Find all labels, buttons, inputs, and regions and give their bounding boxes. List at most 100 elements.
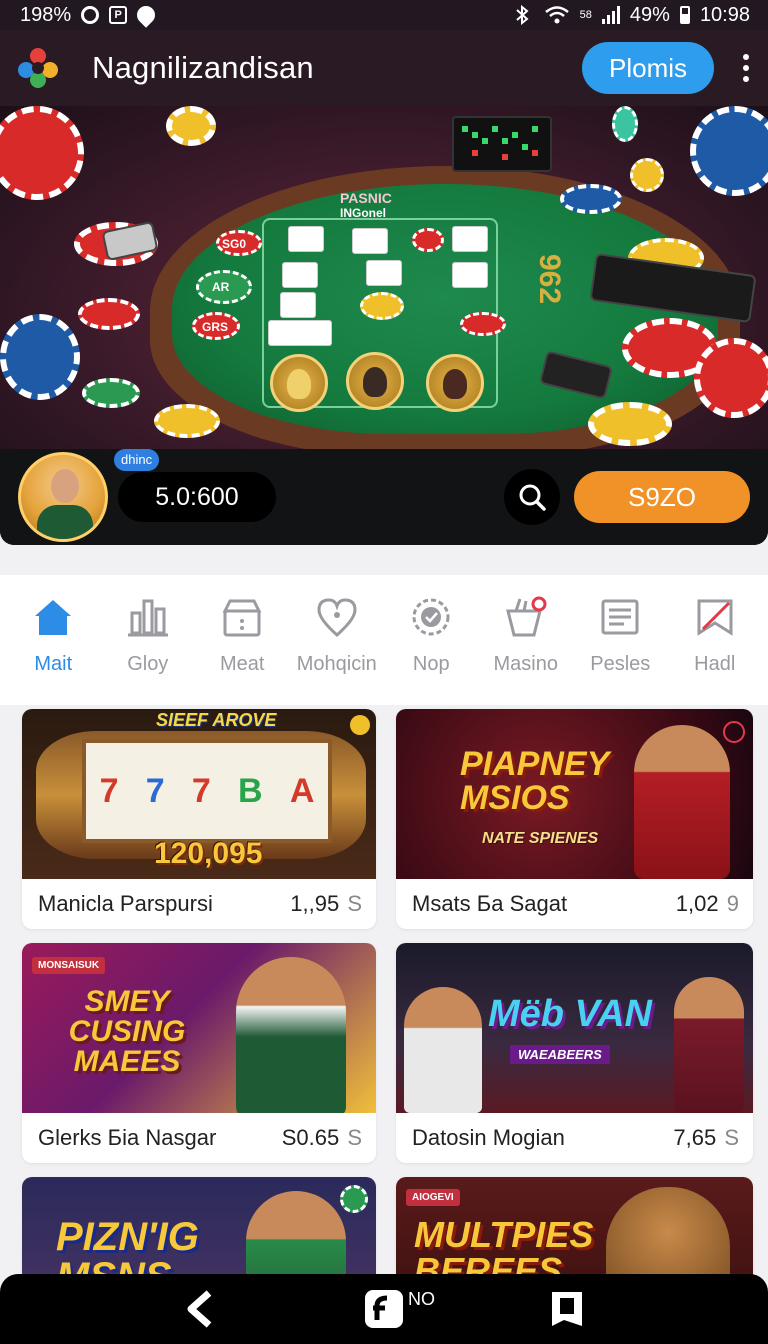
game-badge: AIOGEVI bbox=[406, 1189, 460, 1206]
hero-banner[interactable]: PASNIC INGonel SG0 AR GRS 962 bbox=[0, 106, 768, 449]
recents-button[interactable] bbox=[543, 1285, 591, 1333]
character-figure bbox=[404, 987, 482, 1113]
box-icon bbox=[222, 599, 262, 637]
poker-chip bbox=[612, 106, 638, 142]
poker-chip bbox=[588, 402, 672, 446]
game-art-title: SMEY CUSING MAEES bbox=[68, 985, 186, 1078]
game-info: Glerks Бia Nasgar S0.65 S bbox=[22, 1113, 376, 1163]
player-token bbox=[346, 352, 404, 410]
search-button[interactable] bbox=[504, 469, 560, 525]
status-badge: dhinc bbox=[114, 449, 160, 471]
game-name: Glerks Бia Nasgar bbox=[38, 1125, 217, 1150]
poker-chip bbox=[0, 106, 98, 214]
poker-chip bbox=[82, 378, 140, 408]
app-notification-icon: P bbox=[109, 6, 128, 24]
chip-badge bbox=[340, 1185, 368, 1213]
playing-card bbox=[268, 320, 332, 346]
game-price: S0.65 S bbox=[281, 1125, 362, 1150]
gear-badge-icon bbox=[412, 598, 450, 636]
poker-chip bbox=[560, 184, 622, 214]
felt-side-label: 962 bbox=[533, 253, 567, 305]
felt-label: SG0 bbox=[222, 237, 247, 251]
back-button[interactable] bbox=[177, 1285, 225, 1333]
tab-mohqicin[interactable]: Mohqicin bbox=[290, 595, 385, 705]
table-sign: PASNIC INGonel bbox=[340, 190, 392, 220]
tab-meat[interactable]: Meat bbox=[195, 595, 290, 705]
promo-button[interactable]: Plomis bbox=[582, 42, 714, 94]
home-icon bbox=[35, 600, 72, 635]
game-art-subtitle: WAEABEERS bbox=[510, 1045, 610, 1064]
felt-label: AR bbox=[212, 280, 230, 294]
app-logo-icon[interactable] bbox=[18, 48, 58, 88]
game-card[interactable]: Mёb VAN WAEABEERS Datosin Mogian 7,65 S bbox=[396, 943, 753, 1163]
bookmark-icon bbox=[551, 1292, 582, 1326]
game-price: 1,,95 S bbox=[290, 891, 362, 916]
tab-masino[interactable]: Masino bbox=[479, 595, 574, 705]
nav-label: NO bbox=[407, 1289, 435, 1309]
game-thumbnail: 777BA SIEEF AROVE 120,095 bbox=[22, 709, 376, 879]
heart-icon bbox=[317, 598, 357, 638]
app-title: Nagnilizandisan bbox=[92, 50, 314, 85]
game-card[interactable]: 777BA SIEEF AROVE 120,095 Manicla Parspu… bbox=[22, 709, 376, 929]
deposit-button[interactable]: S9ZO bbox=[574, 471, 750, 523]
playing-card bbox=[352, 228, 388, 254]
tab-nop[interactable]: Nop bbox=[384, 595, 479, 705]
game-art-jackpot: 120,095 bbox=[154, 837, 263, 870]
tab-pesles[interactable]: Pesles bbox=[573, 595, 668, 705]
flag-icon bbox=[697, 599, 733, 636]
top-card: Nagnilizandisan Plomis PASNIC INGonel SG… bbox=[0, 30, 768, 545]
game-thumbnail: MONSAISUK SMEY CUSING MAEES bbox=[22, 943, 376, 1113]
ring-icon bbox=[81, 6, 100, 24]
poker-chip bbox=[694, 338, 768, 418]
bottom-nav-bar: NO bbox=[0, 1274, 768, 1344]
poker-chip bbox=[78, 298, 140, 330]
tab-label: Hadl bbox=[694, 653, 736, 675]
game-info: Manicla Parspursi 1,,95 S bbox=[22, 879, 376, 929]
poker-chip bbox=[690, 106, 768, 196]
game-thumbnail: PIAPNEY MSIOS NATE SPIENES bbox=[396, 709, 753, 879]
wifi-icon bbox=[544, 6, 569, 24]
game-info: Msats Ба Sagat 1,02 9 bbox=[396, 879, 753, 929]
basket-badge-icon bbox=[505, 596, 547, 637]
tab-gloy[interactable]: Gloy bbox=[101, 595, 196, 705]
player-token bbox=[426, 354, 484, 412]
tab-label: Nop bbox=[412, 653, 450, 675]
tab-label: Meat bbox=[220, 653, 265, 675]
tab-label: Gloy bbox=[127, 653, 169, 675]
game-name: Msats Ба Sagat bbox=[412, 891, 568, 916]
app-bar: Nagnilizandisan Plomis bbox=[0, 30, 768, 106]
network-type: 58 bbox=[579, 8, 592, 21]
tab-hadl[interactable]: Hadl bbox=[668, 595, 763, 705]
scoreboard-device bbox=[452, 116, 552, 172]
game-name: Datosin Mogian bbox=[412, 1125, 565, 1150]
game-grid: 777BA SIEEF AROVE 120,095 Manicla Parspu… bbox=[22, 709, 753, 1344]
poker-chip bbox=[0, 314, 80, 400]
poker-chip bbox=[360, 292, 404, 320]
battery-percent: 49% bbox=[629, 3, 670, 26]
tab-label: Mohqicin bbox=[296, 653, 377, 675]
favorite-icon[interactable] bbox=[350, 715, 370, 735]
game-badge: MONSAISUK bbox=[32, 957, 106, 974]
poker-chip bbox=[630, 158, 664, 192]
game-art-title: PIAPNEY MSIOS bbox=[460, 745, 609, 817]
playing-card bbox=[288, 226, 324, 252]
tab-home[interactable]: Mait bbox=[6, 595, 101, 705]
game-art-title: Mёb VAN bbox=[488, 993, 652, 1035]
more-menu-icon[interactable] bbox=[742, 54, 750, 82]
game-art-subtitle: NATE SPIENES bbox=[482, 830, 599, 847]
status-percent: 198% bbox=[20, 3, 72, 26]
game-art-title: SIEEF AROVE bbox=[156, 710, 277, 730]
poker-chip bbox=[460, 312, 506, 336]
player-avatar[interactable] bbox=[18, 452, 108, 542]
search-icon bbox=[519, 484, 546, 511]
home-nav-button[interactable]: NO bbox=[360, 1285, 435, 1333]
game-card[interactable]: MONSAISUK SMEY CUSING MAEES Glerks Бia N… bbox=[22, 943, 376, 1163]
poker-chip bbox=[412, 228, 444, 252]
playing-card bbox=[452, 262, 488, 288]
info-icon[interactable] bbox=[723, 721, 745, 743]
playing-card bbox=[366, 260, 402, 286]
game-card[interactable]: PIAPNEY MSIOS NATE SPIENES Msats Ба Saga… bbox=[396, 709, 753, 929]
category-tabs: Mait Gloy Meat Mohqicin Nop Masino Pesle… bbox=[0, 575, 768, 705]
signal-icon bbox=[601, 6, 620, 24]
balance-display[interactable]: 5.0:600 bbox=[118, 472, 276, 522]
